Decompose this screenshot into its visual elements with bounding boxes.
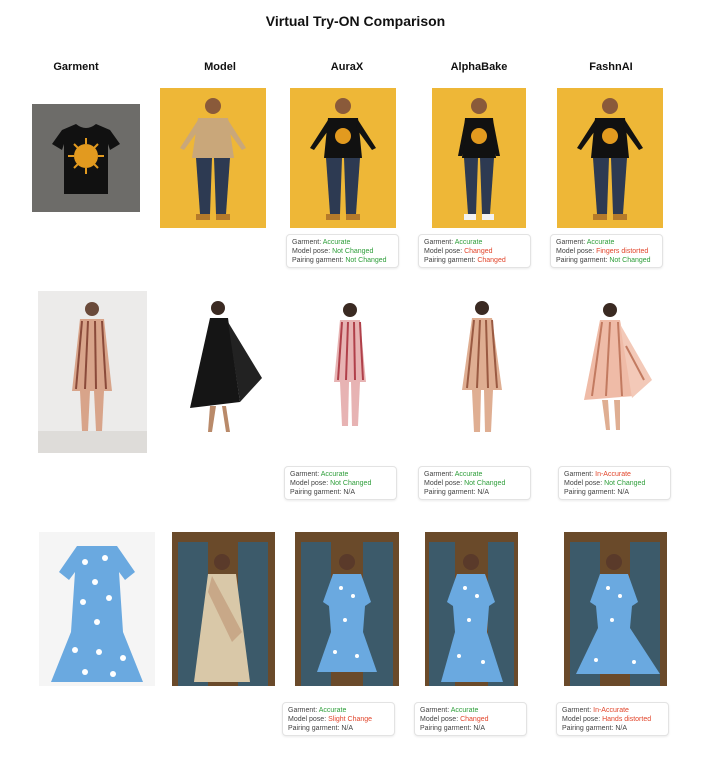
evaluation-card: Garment: In-Accurate Model pose: Not Cha… <box>558 466 671 500</box>
garment-image-striped-set <box>38 291 147 453</box>
alphabake-result-row1 <box>432 88 526 228</box>
evaluation-card: Garment: Accurate Model pose: Not Change… <box>418 466 531 500</box>
fashnai-result-row2 <box>574 296 654 444</box>
alphabake-result-row3 <box>425 532 518 686</box>
garment-image-tshirt <box>32 104 140 212</box>
evaluation-card: Garment: Accurate Model pose: Fingers di… <box>550 234 663 268</box>
fashnai-result-row1 <box>557 88 663 228</box>
aurax-result-row2 <box>322 296 378 446</box>
column-header-fashnai: FashnAI <box>589 61 633 73</box>
evaluation-card: Garment: Accurate Model pose: Changed Pa… <box>418 234 531 268</box>
page-title: Virtual Try-ON Comparison <box>265 13 446 29</box>
column-header-aurax: AuraX <box>330 61 364 73</box>
column-header-alphabake: AlphaBake <box>450 61 508 73</box>
evaluation-card: Garment: Accurate Model pose: Not Change… <box>286 234 399 268</box>
evaluation-card: Garment: Accurate Model pose: Slight Cha… <box>282 702 395 736</box>
column-header-garment: Garment <box>53 61 99 73</box>
evaluation-card: Garment: Accurate Model pose: Changed Pa… <box>414 702 527 736</box>
alphabake-result-row2 <box>452 294 514 446</box>
model-image-row3 <box>172 532 275 686</box>
model-image-row1 <box>160 88 266 228</box>
evaluation-card: Garment: In-Accurate Model pose: Hands d… <box>556 702 669 736</box>
garment-image-blue-dress <box>39 532 155 686</box>
aurax-result-row3 <box>295 532 399 686</box>
evaluation-card: Garment: Accurate Model pose: Not Change… <box>284 466 397 500</box>
fashnai-result-row3 <box>564 532 667 686</box>
model-image-row2 <box>180 292 266 442</box>
column-header-model: Model <box>204 61 236 73</box>
aurax-result-row1 <box>290 88 396 228</box>
